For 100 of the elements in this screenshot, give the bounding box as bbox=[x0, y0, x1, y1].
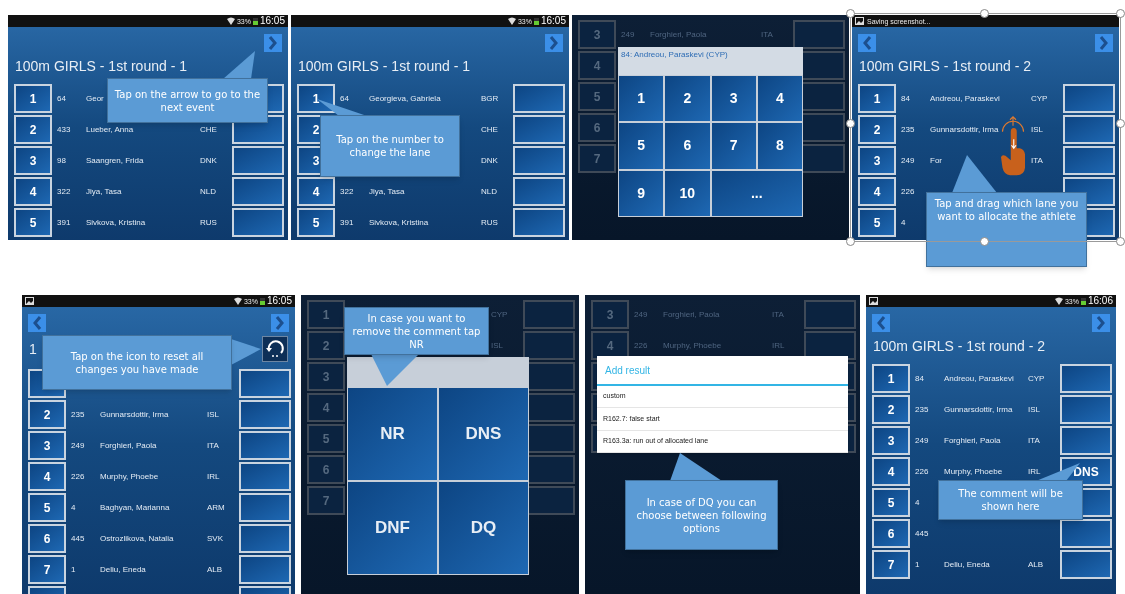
lane-button[interactable]: 6 bbox=[872, 519, 910, 548]
forward-button[interactable] bbox=[1095, 34, 1113, 52]
athlete-name: Forghieri, Paola bbox=[663, 308, 720, 321]
bib-number: 249 bbox=[620, 28, 636, 41]
bib-number: 84 bbox=[914, 372, 925, 385]
lane-button[interactable]: 4 bbox=[28, 462, 66, 491]
result-code-button[interactable]: DNS bbox=[439, 388, 528, 480]
callout-pointer-tooltip bbox=[223, 51, 255, 79]
wifi-icon bbox=[1054, 297, 1063, 305]
back-button[interactable] bbox=[28, 314, 46, 332]
country-code: DNK bbox=[200, 154, 217, 167]
bib-number: 391 bbox=[339, 216, 355, 229]
chevron-left-icon bbox=[32, 316, 42, 330]
lane-button[interactable]: 6 bbox=[28, 524, 66, 553]
lane-button[interactable]: 1 bbox=[872, 364, 910, 393]
lane-button[interactable]: 1 bbox=[858, 84, 896, 113]
country-code: CHE bbox=[200, 123, 217, 136]
lane-button[interactable]: 4 bbox=[297, 177, 335, 206]
lane-button[interactable]: 5 bbox=[14, 208, 52, 237]
country-code: ALB bbox=[207, 563, 223, 576]
bib-number: 445 bbox=[70, 532, 86, 545]
forward-button[interactable] bbox=[271, 314, 289, 332]
result-code-button[interactable]: NR bbox=[348, 388, 437, 480]
callout-pointer-tooltip bbox=[670, 453, 722, 481]
lane-button[interactable]: 4 bbox=[14, 177, 52, 206]
lane-key[interactable]: 1 bbox=[619, 76, 664, 122]
resize-handle[interactable] bbox=[846, 237, 855, 246]
resize-handle[interactable] bbox=[1116, 119, 1125, 128]
resize-handle[interactable] bbox=[1116, 237, 1125, 246]
lane-key[interactable]: ... bbox=[711, 170, 802, 216]
bib-number: 235 bbox=[70, 408, 86, 421]
lane-key[interactable]: 3 bbox=[711, 76, 756, 122]
lane-key[interactable]: 5 bbox=[619, 123, 664, 169]
wifi-icon bbox=[226, 17, 235, 25]
wifi-icon bbox=[233, 297, 242, 305]
picture-icon bbox=[25, 297, 34, 305]
bib-number: 249 bbox=[633, 308, 649, 321]
country-code: RUS bbox=[481, 216, 498, 229]
lane-button[interactable]: 3 bbox=[14, 146, 52, 175]
lane-button[interactable]: 2 bbox=[14, 115, 52, 144]
lane-key[interactable]: 9 bbox=[619, 170, 664, 216]
lane-button[interactable]: 5 bbox=[28, 493, 66, 522]
forward-button[interactable] bbox=[545, 34, 563, 52]
lane-button[interactable]: 5 bbox=[297, 208, 335, 237]
back-button[interactable] bbox=[872, 314, 890, 332]
country-code: RUS bbox=[200, 216, 217, 229]
resize-handle[interactable] bbox=[846, 119, 855, 128]
lane-key[interactable]: 7 bbox=[711, 123, 756, 169]
lane-button[interactable]: 3 bbox=[28, 431, 66, 460]
lane-key[interactable]: 4 bbox=[757, 76, 802, 122]
lane-button[interactable]: 2 bbox=[28, 400, 66, 429]
clock-time: 16:06 bbox=[1087, 296, 1113, 306]
bib-number: 84 bbox=[900, 92, 911, 105]
athlete-name: Jiya, Tasa bbox=[369, 185, 405, 198]
forward-button[interactable] bbox=[264, 34, 282, 52]
lane-button[interactable]: 5 bbox=[872, 488, 910, 517]
country-code: SVK bbox=[207, 532, 223, 545]
resize-handle[interactable] bbox=[980, 9, 989, 18]
lane-key[interactable]: 2 bbox=[665, 76, 710, 122]
country-code: DNK bbox=[481, 154, 498, 167]
country-code: NLD bbox=[481, 185, 497, 198]
lane-button[interactable]: 1 bbox=[297, 84, 335, 113]
resize-handle[interactable] bbox=[980, 237, 989, 246]
dialog-title: 84: Andreou, Paraskevi (CYP) bbox=[618, 47, 803, 75]
lane-key[interactable]: 6 bbox=[665, 123, 710, 169]
result-code-button[interactable]: DNF bbox=[348, 482, 437, 574]
resize-handle[interactable] bbox=[846, 9, 855, 18]
resize-handle[interactable] bbox=[1116, 9, 1125, 18]
wifi-icon bbox=[507, 17, 516, 25]
country-code: CYP bbox=[491, 308, 508, 321]
lane-button[interactable]: 2 bbox=[872, 395, 910, 424]
dialog-title: Add result bbox=[597, 356, 848, 386]
athlete-name: Jiya, Tasa bbox=[86, 185, 122, 198]
athlete-name: Murphy, Phoebe bbox=[944, 465, 1003, 478]
country-code: ITA bbox=[772, 308, 784, 321]
lane-button[interactable]: 5 bbox=[858, 208, 896, 237]
callout-pointer-tooltip bbox=[371, 354, 419, 386]
athlete-name: Saangren, Frida bbox=[86, 154, 144, 167]
bib-number: 4 bbox=[70, 501, 77, 514]
lane-key[interactable]: 10 bbox=[665, 170, 710, 216]
lane-key[interactable]: 8 bbox=[757, 123, 802, 169]
event-title: 100m GIRLS - 1st round - 1 bbox=[15, 57, 187, 76]
lane-button[interactable]: 3 bbox=[858, 146, 896, 175]
battery-icon bbox=[1080, 297, 1086, 305]
lane-button[interactable]: 3 bbox=[872, 426, 910, 455]
lane-button[interactable]: 7 bbox=[28, 555, 66, 584]
lane-button[interactable]: 4 bbox=[872, 457, 910, 486]
athlete-name: Gunnarsdottir, Irma bbox=[930, 123, 999, 136]
lane-button[interactable]: 1 bbox=[14, 84, 52, 113]
athlete-name: Deliu, Eneda bbox=[100, 563, 146, 576]
athlete-name: Forghieri, Paola bbox=[650, 28, 707, 41]
reset-button[interactable] bbox=[262, 336, 288, 362]
bib-number: 98 bbox=[56, 154, 67, 167]
forward-button[interactable] bbox=[1092, 314, 1110, 332]
result-code-button[interactable]: DQ bbox=[439, 482, 528, 574]
lane-button[interactable]: 4 bbox=[858, 177, 896, 206]
athlete-name: Geor bbox=[86, 92, 104, 105]
lane-button[interactable]: 7 bbox=[872, 550, 910, 579]
lane-button[interactable]: 2 bbox=[858, 115, 896, 144]
back-button[interactable] bbox=[858, 34, 876, 52]
